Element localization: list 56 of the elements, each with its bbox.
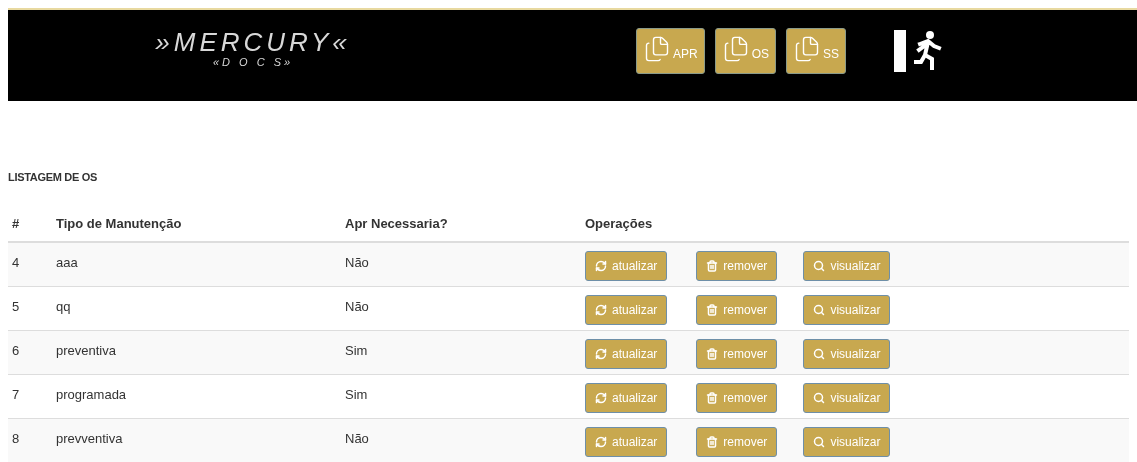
table-cell: Sim [345,386,368,402]
search-icon [813,303,826,316]
view-button[interactable]: visualizar [803,294,891,325]
remove-button[interactable]: remover [696,251,778,281]
nav-button[interactable]: OS [714,27,777,74]
search-icon [813,391,826,404]
table-cell: Não [345,430,369,446]
view-button[interactable]: visualizar [803,251,891,281]
table-cell: 6 [12,342,20,358]
refresh-icon [595,347,607,360]
update-button[interactable]: atualizar [585,382,668,413]
table-cell: Não [345,298,369,314]
trash-icon [706,347,719,360]
trash-icon [706,391,719,404]
table-cell: 7 [12,386,20,402]
table-cell: preventiva [56,342,116,358]
update-button[interactable]: atualizar [585,426,668,457]
update-button[interactable]: atualizar [585,251,668,281]
search-icon [813,347,826,360]
page-title: LISTAGEM DE OS [8,170,99,185]
table-cell: 5 [12,298,20,314]
remove-button[interactable]: remover [696,426,778,457]
table-cell: 8 [12,430,20,446]
view-button[interactable]: visualizar [803,382,891,413]
view-button[interactable]: visualizar [803,338,891,369]
logo-title: »MERCURY« [155,29,351,55]
remove-button[interactable]: remover [696,338,778,369]
table-cell: qq [56,298,71,314]
column-header: # [12,215,20,231]
trash-icon [706,435,719,448]
update-button[interactable]: atualizar [585,338,668,369]
table-cell: 4 [12,255,20,270]
search-icon [813,260,826,272]
remove-button[interactable]: remover [696,382,778,413]
column-header: Tipo de Manutenção [56,215,182,231]
documents-icon [643,34,671,63]
nav-button[interactable]: SS [786,27,847,74]
refresh-icon [595,391,607,404]
table-cell: prevventiva [56,430,123,446]
column-header: Apr Necessaria? [345,215,448,231]
table-cell: Não [345,255,369,270]
table-cell: programada [56,386,127,402]
search-icon [813,435,826,448]
update-button[interactable]: atualizar [585,294,668,325]
refresh-icon [595,260,607,272]
trash-icon [706,303,719,316]
remove-button[interactable]: remover [696,294,778,325]
refresh-icon [595,303,607,316]
view-button[interactable]: visualizar [803,426,891,457]
logo-subtitle: «D O C S» [212,57,294,68]
table-cell: aaa [56,255,78,270]
refresh-icon [595,435,607,448]
nav-button[interactable]: APR [636,27,705,74]
table-cell: Sim [345,342,368,358]
column-header: Operações [585,215,653,231]
trash-icon [706,260,719,272]
